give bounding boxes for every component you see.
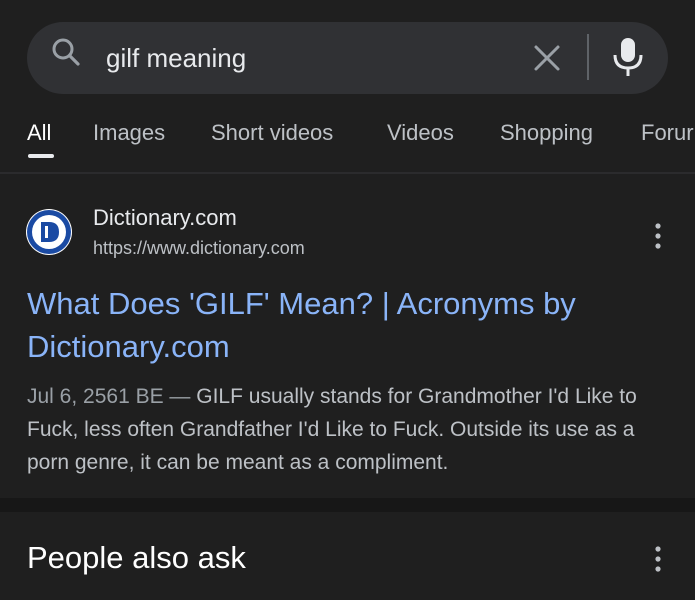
more-options-icon[interactable] [655, 546, 661, 572]
site-name[interactable]: Dictionary.com [93, 205, 237, 231]
more-options-icon[interactable] [655, 223, 661, 249]
search-tabs: All Images Short videos Videos Shopping … [0, 112, 695, 164]
tab-forums[interactable]: Forur [641, 120, 694, 146]
search-icon[interactable] [50, 36, 82, 68]
close-icon[interactable] [530, 41, 564, 75]
tab-all[interactable]: All [27, 120, 51, 146]
result-title-line2[interactable]: Dictionary.com [27, 325, 667, 368]
dictionary-logo-icon [27, 210, 71, 254]
snippet-date: Jul 6, 2561 BE [27, 385, 164, 408]
active-tab-indicator [28, 154, 54, 158]
people-also-ask-heading: People also ask [27, 540, 246, 575]
tab-images[interactable]: Images [93, 120, 165, 146]
tab-videos[interactable]: Videos [387, 120, 454, 146]
site-url[interactable]: https://www.dictionary.com [93, 238, 305, 259]
mic-icon[interactable] [610, 36, 646, 78]
tab-shopping[interactable]: Shopping [500, 120, 593, 146]
result-title-line1[interactable]: What Does 'GILF' Mean? | Acronyms by [27, 282, 667, 325]
tab-short-videos[interactable]: Short videos [211, 120, 333, 146]
section-separator [0, 498, 695, 512]
search-input[interactable] [106, 40, 506, 76]
search-divider [587, 34, 589, 80]
search-result: Dictionary.com https://www.dictionary.co… [0, 174, 695, 498]
result-title-link[interactable]: What Does 'GILF' Mean? | Acronyms by Dic… [27, 282, 667, 368]
result-snippet: Jul 6, 2561 BE — GILF usually stands for… [27, 380, 677, 479]
site-favicon[interactable] [26, 209, 72, 255]
snippet-dash: — [163, 385, 197, 408]
